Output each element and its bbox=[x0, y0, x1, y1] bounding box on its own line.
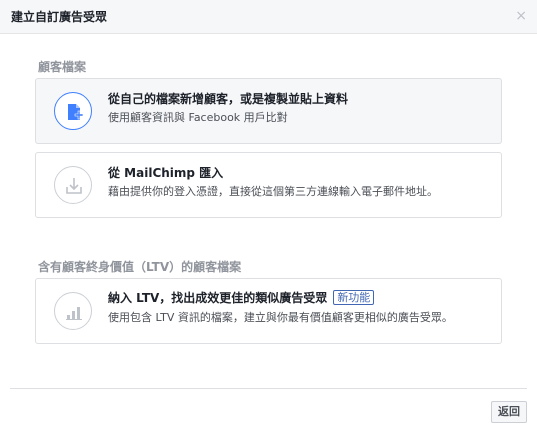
bar-chart-icon bbox=[54, 292, 92, 330]
option-title: 納入 LTV，找出成效更佳的類似廣告受眾 新功能 bbox=[108, 290, 375, 306]
import-icon bbox=[54, 166, 92, 204]
section-label-ltv: 含有顧客終身價值（LTV）的顧客檔案 bbox=[38, 260, 242, 274]
close-icon[interactable]: × bbox=[515, 8, 527, 24]
option-description: 藉由提供你的登入憑證，直接從這個第三方連線輸入電子郵件地址。 bbox=[108, 185, 438, 198]
dialog-title: 建立自訂廣告受眾 bbox=[11, 10, 108, 24]
option-title-text: 納入 LTV，找出成效更佳的類似廣告受眾 bbox=[108, 291, 328, 305]
back-button[interactable]: 返回 bbox=[491, 401, 527, 423]
option-description: 使用顧客資訊與 Facebook 用戶比對 bbox=[108, 111, 288, 124]
option-mailchimp-import[interactable]: 從 MailChimp 匯入 藉由提供你的登入憑證，直接從這個第三方連線輸入電子… bbox=[35, 152, 502, 218]
file-add-icon bbox=[54, 92, 92, 130]
footer-divider bbox=[10, 388, 527, 389]
new-feature-badge: 新功能 bbox=[333, 290, 375, 305]
option-title: 從自己的檔案新增顧客，或是複製並貼上資料 bbox=[108, 92, 349, 106]
option-description: 使用包含 LTV 資訊的檔案，建立與你最有價值顧客更相似的廣告受眾。 bbox=[108, 311, 453, 324]
option-ltv-lookalike[interactable]: 納入 LTV，找出成效更佳的類似廣告受眾 新功能 使用包含 LTV 資訊的檔案，建… bbox=[35, 278, 502, 344]
section-label-customer-file: 顧客檔案 bbox=[38, 60, 87, 74]
dialog-header: 建立自訂廣告受眾 × bbox=[0, 0, 537, 34]
option-title: 從 MailChimp 匯入 bbox=[108, 166, 224, 180]
option-upload-customer-file[interactable]: 從自己的檔案新增顧客，或是複製並貼上資料 使用顧客資訊與 Facebook 用戶… bbox=[35, 78, 502, 144]
